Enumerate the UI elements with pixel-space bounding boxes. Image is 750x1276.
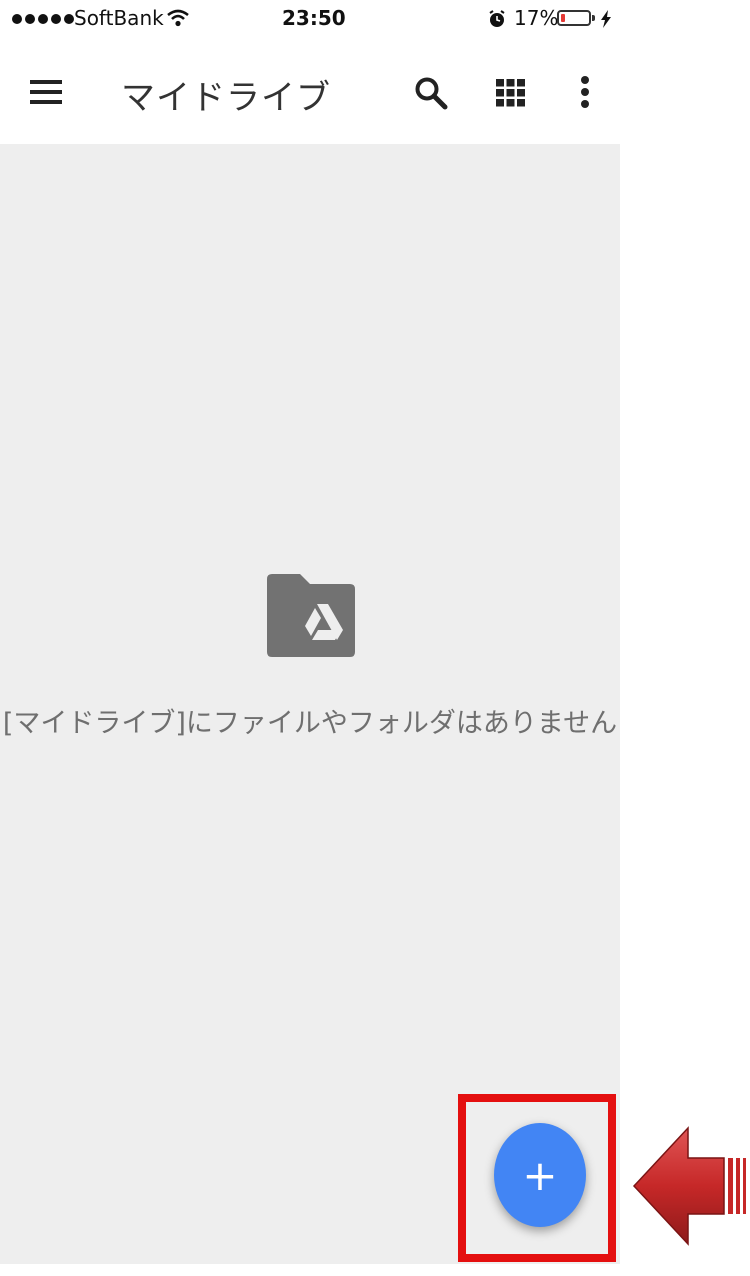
plus-icon: +	[522, 1150, 558, 1200]
battery-percent: 17%	[514, 6, 559, 30]
carrier-name: SoftBank	[74, 6, 164, 30]
app-bar: マイドライブ	[0, 40, 620, 144]
battery-tip	[592, 15, 595, 21]
menu-icon[interactable]	[30, 80, 64, 104]
more-vert-icon[interactable]	[580, 76, 590, 110]
status-time: 23:50	[282, 6, 346, 30]
wifi-icon	[167, 9, 189, 27]
signal-dots-icon	[12, 14, 74, 24]
battery-icon	[557, 10, 591, 26]
drive-folder-icon	[267, 574, 355, 657]
page-title: マイドライブ	[121, 78, 331, 118]
alarm-icon	[489, 10, 505, 27]
status-bar: SoftBank 23:50 17%	[0, 0, 620, 40]
pointer-arrow-icon	[632, 1126, 746, 1246]
empty-state-message: [マイドライブ]にファイルやフォルダはありません	[2, 708, 618, 739]
new-item-fab-button[interactable]: +	[494, 1123, 586, 1227]
grid-view-icon[interactable]	[496, 79, 526, 107]
search-icon[interactable]	[414, 76, 448, 110]
charging-bolt-icon	[601, 10, 611, 28]
